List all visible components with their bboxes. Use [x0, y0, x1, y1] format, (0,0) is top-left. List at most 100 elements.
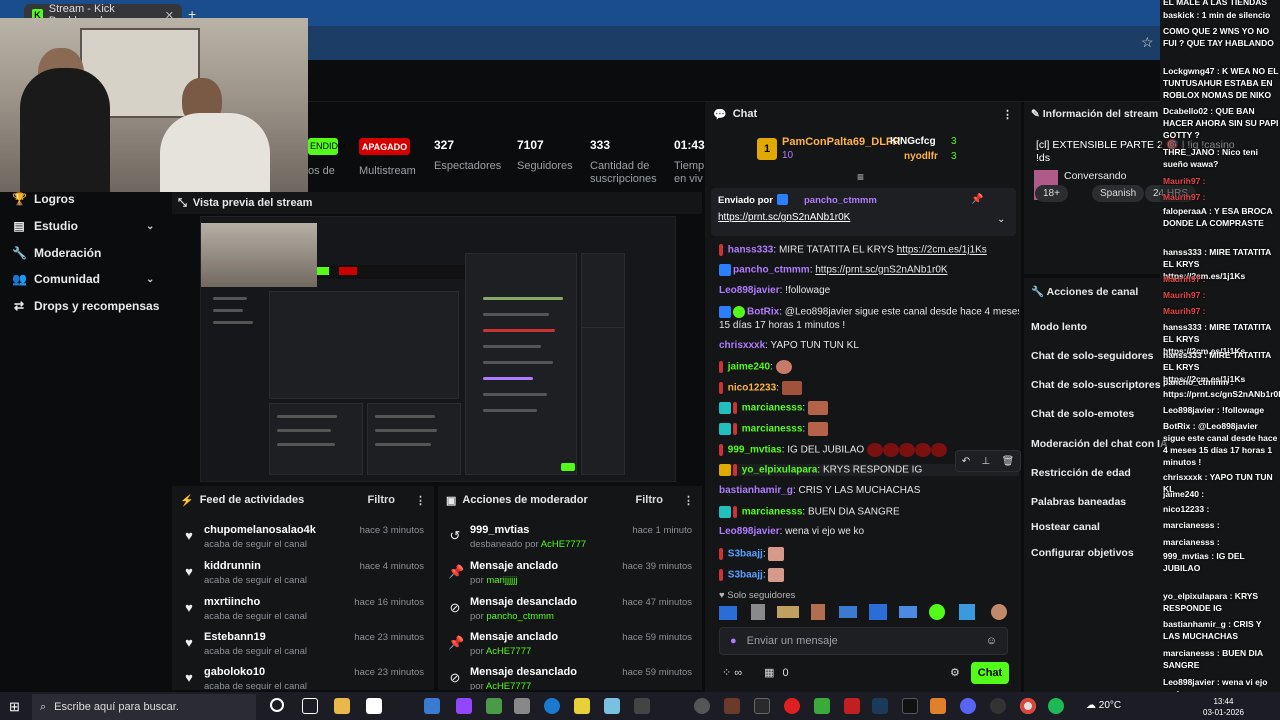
app-icon[interactable] [990, 698, 1006, 714]
wrench-icon: 🔧 [12, 246, 27, 260]
overlay-chat-line: EL MALE A LAS TIENDAS [1163, 0, 1268, 7]
channel-actions-title: 🔧 Acciones de canal [1031, 286, 1139, 298]
settings-gear-icon[interactable]: ⚙ [950, 666, 960, 679]
action-hostear-canal[interactable]: Hostear canal [1031, 521, 1100, 533]
pinned-link[interactable]: https://prnt.sc/gnS2nANb1r0K [718, 212, 850, 223]
emote-icon[interactable] [991, 604, 1007, 620]
live-status-pill[interactable]: ENDIDO [308, 138, 345, 155]
emote-icon[interactable] [719, 606, 737, 620]
taskbar-search[interactable]: ⌕ Escribe aquí para buscar. [32, 694, 256, 720]
multistream-label: Multistream [359, 165, 416, 177]
emote-icon[interactable] [839, 606, 857, 618]
sidebar-item-comunidad[interactable]: 👥 Comunidad ⌄ [12, 272, 154, 286]
file-explorer-icon[interactable] [334, 698, 350, 714]
pinned-label: Enviado por [718, 195, 773, 206]
infinity-points-icon[interactable]: ⁘ ∞ [722, 666, 742, 679]
discord-icon[interactable] [960, 698, 976, 714]
minecraft-icon[interactable] [814, 698, 830, 714]
stream-preview[interactable] [200, 216, 676, 482]
gift-icon[interactable]: ▦ [764, 666, 774, 679]
action-configurar-objetivos[interactable]: Configurar objetivos [1031, 547, 1134, 559]
reply-icon[interactable]: ↶ [962, 456, 970, 467]
spotify-icon[interactable] [1048, 698, 1064, 714]
emote-icon[interactable] [811, 604, 825, 620]
windows-start-icon[interactable]: ⊞ [9, 699, 20, 715]
taskbar-clock[interactable]: 13:44 03-01-2026 [1203, 696, 1244, 718]
more-options-icon[interactable]: ⋮ [1002, 108, 1013, 121]
mic-icon[interactable]: ● [730, 635, 737, 647]
pin-icon[interactable]: ⊥ [981, 456, 990, 467]
mod-actions-header: ▣ Acciones de moderador Filtro ⋮ [438, 486, 702, 514]
viewers-value: 327 [434, 138, 455, 152]
pencil-icon: ✎ [1031, 108, 1040, 120]
mod-filter-button[interactable]: Filtro [636, 494, 664, 506]
app-icon[interactable] [930, 698, 946, 714]
emote-icon[interactable] [899, 606, 917, 618]
weather-widget[interactable]: ☁ 20°C [1086, 700, 1121, 711]
studio-icon: ▤ [13, 219, 25, 233]
chrome-icon[interactable] [1020, 698, 1036, 714]
task-view-icon[interactable] [302, 698, 318, 714]
action-restriccion-edad[interactable]: Restricción de edad [1031, 467, 1131, 479]
sidebar-item-moderacion[interactable]: 🔧 Moderación [12, 246, 101, 260]
tiktok-icon[interactable] [902, 698, 918, 714]
emote-icon[interactable] [929, 604, 945, 620]
expand-icon[interactable]: ⤡ [178, 197, 187, 210]
action-moderacion-ia[interactable]: Moderación del chat con IA [1031, 438, 1168, 450]
pin-icon[interactable]: 📌 [971, 194, 983, 205]
more-options-icon[interactable]: ⋮ [683, 494, 694, 507]
multistream-status-pill[interactable]: APAGADO [359, 138, 410, 155]
action-palabras-baneadas[interactable]: Palabras baneadas [1031, 496, 1126, 508]
followers-label: Seguidores [517, 160, 573, 172]
steam-icon[interactable] [872, 698, 888, 714]
sidebar-item-drops[interactable]: ⇄ Drops y recompensas [12, 299, 159, 313]
chat-message: S3baajj: [719, 547, 1019, 561]
preview-title: Vista previa del stream [192, 197, 313, 209]
bookmark-star-icon[interactable]: ☆ [1141, 34, 1154, 51]
app-icon[interactable] [514, 698, 530, 714]
app-icon[interactable] [604, 698, 620, 714]
undo-ban-icon: ↺ [449, 528, 461, 543]
chevron-down-icon[interactable]: ⌄ [997, 214, 1005, 225]
emote-bar [719, 604, 1011, 622]
pinned-message[interactable]: Enviado por pancho_ctmmm https://prnt.sc… [711, 188, 1016, 236]
sidebar-item-estudio[interactable]: ▤ Estudio ⌄ [12, 219, 154, 233]
app-icon[interactable] [724, 698, 740, 714]
app-icon[interactable] [844, 698, 860, 714]
feed-filter-button[interactable]: Filtro [368, 494, 396, 506]
overlay-chat-line: jaime240 : [1163, 489, 1205, 499]
list-item: ♥ Estebann19 acaba de seguir el canal hace … [182, 631, 424, 665]
opera-icon[interactable] [784, 698, 800, 714]
overlay-chat-line: Maurih97 : [1163, 274, 1206, 284]
action-solo-emotes[interactable]: Chat de solo-emotes [1031, 408, 1134, 420]
app-icon[interactable] [486, 698, 502, 714]
chat-message: marcianesss: BUEN DIA SANGRE [719, 506, 1019, 518]
app-icon[interactable] [634, 698, 650, 714]
points-value: 0 [782, 666, 789, 679]
more-options-icon[interactable]: ⋮ [415, 494, 426, 507]
notepad-icon[interactable] [366, 698, 382, 714]
app-icon[interactable] [754, 698, 770, 714]
overlay-chat-line: nico12233 : [1163, 504, 1210, 514]
chat-input[interactable]: ● Enviar un mensaje ☺ [719, 627, 1008, 655]
sidebar-item-logros[interactable]: 🏆 Logros [12, 192, 75, 206]
delete-icon[interactable]: 🗑 [1002, 456, 1015, 467]
action-modo-lento[interactable]: Modo lento [1031, 321, 1087, 333]
app-icon[interactable] [574, 698, 590, 714]
emoji-icon[interactable]: ☺ [986, 635, 997, 647]
action-solo-seguidores[interactable]: Chat de solo-seguidores [1031, 350, 1154, 362]
twitch-icon[interactable] [456, 698, 472, 714]
emote-icon[interactable] [777, 606, 799, 618]
settings-icon[interactable] [694, 698, 710, 714]
collapse-icon[interactable]: ≡ [857, 170, 864, 184]
app-icon[interactable] [544, 698, 560, 714]
mod-log-icon: ▣ [446, 494, 457, 507]
emote-icon[interactable] [959, 604, 975, 620]
app-icon[interactable] [424, 698, 440, 714]
cortana-icon[interactable] [270, 698, 284, 712]
send-chat-button[interactable]: Chat [971, 662, 1009, 684]
emote-icon[interactable] [751, 604, 765, 620]
emote-icon[interactable] [869, 604, 887, 620]
action-solo-suscriptores[interactable]: Chat de solo-suscriptores [1031, 379, 1161, 391]
chat-message: marcianesss: [719, 401, 1019, 415]
